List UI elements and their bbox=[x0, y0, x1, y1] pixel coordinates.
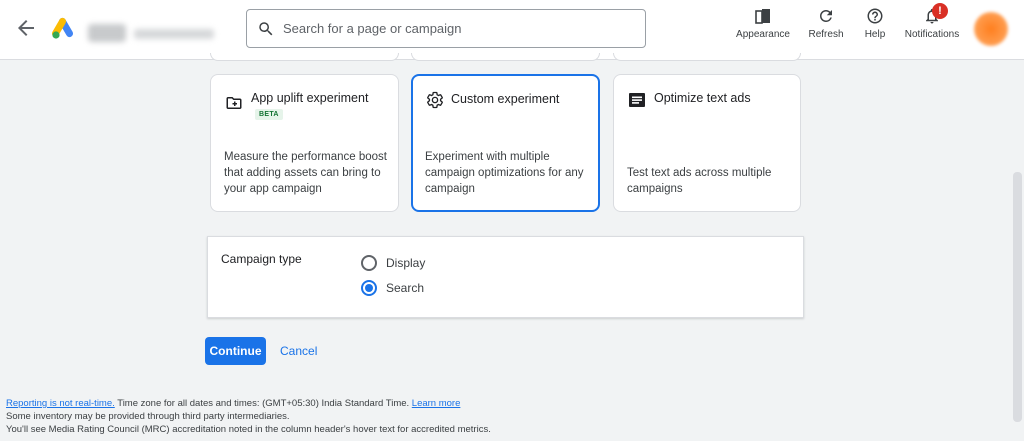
card-title: Custom experiment bbox=[451, 92, 560, 106]
top-bar: Appearance Refresh Help ! Notifications bbox=[0, 0, 1024, 60]
radio-label: Search bbox=[386, 281, 425, 295]
folder-add-icon bbox=[225, 95, 243, 116]
card-optimize-text-ads[interactable]: Optimize text ads Test text ads across m… bbox=[613, 74, 801, 212]
card-above-1 bbox=[210, 53, 399, 61]
learn-more-link[interactable]: Learn more bbox=[412, 398, 461, 409]
search-box[interactable] bbox=[246, 9, 646, 48]
avatar[interactable] bbox=[974, 12, 1008, 46]
radio-search[interactable]: Search bbox=[361, 280, 424, 296]
appearance-button[interactable]: Appearance bbox=[733, 7, 793, 47]
radio-display[interactable]: Display bbox=[361, 255, 425, 271]
footer-line-3: You'll see Media Rating Council (MRC) ac… bbox=[6, 424, 491, 435]
cancel-button[interactable]: Cancel bbox=[276, 337, 321, 365]
card-app-uplift-experiment[interactable]: App uplift experiment BETA Measure the p… bbox=[210, 74, 399, 212]
card-above-3 bbox=[613, 53, 801, 61]
account-selector[interactable] bbox=[88, 24, 218, 42]
card-description: Test text ads across multiple campaigns bbox=[627, 167, 772, 195]
card-title: Optimize text ads bbox=[654, 91, 751, 105]
refresh-label: Refresh bbox=[808, 29, 844, 40]
timezone-text: Time zone for all dates and times: (GMT+… bbox=[114, 398, 412, 409]
appearance-icon bbox=[755, 9, 770, 24]
help-button[interactable]: Help bbox=[860, 7, 890, 47]
footer-line-1: Reporting is not real-time. Time zone fo… bbox=[6, 397, 491, 410]
account-id-blurred bbox=[134, 29, 214, 39]
beta-badge: BETA bbox=[255, 109, 283, 120]
card-above-2 bbox=[411, 53, 600, 61]
notifications-label: Notifications bbox=[904, 29, 960, 40]
card-description: Experiment with multiple campaign optimi… bbox=[425, 151, 584, 195]
radio-label: Display bbox=[386, 256, 426, 270]
account-name-blurred bbox=[88, 24, 126, 42]
reporting-link[interactable]: Reporting is not real-time. bbox=[6, 398, 115, 409]
campaign-type-panel: Campaign type Display Search bbox=[207, 236, 804, 318]
refresh-icon bbox=[820, 9, 832, 22]
text-ad-icon bbox=[628, 92, 646, 113]
help-label: Help bbox=[864, 29, 886, 40]
radio-circle-selected[interactable] bbox=[361, 280, 377, 296]
search-icon bbox=[259, 21, 273, 35]
search-input[interactable] bbox=[283, 21, 623, 36]
footer-line-2: Some inventory may be provided through t… bbox=[6, 411, 290, 422]
footer: Reporting is not real-time. Time zone fo… bbox=[6, 397, 491, 436]
continue-button[interactable]: Continue bbox=[205, 337, 266, 365]
notification-badge: ! bbox=[932, 3, 948, 19]
google-ads-logo-icon[interactable] bbox=[52, 17, 74, 39]
back-arrow-icon[interactable] bbox=[14, 16, 38, 40]
card-title: App uplift experiment bbox=[251, 91, 369, 105]
radio-circle[interactable] bbox=[361, 255, 377, 271]
scrollbar-thumb[interactable] bbox=[1013, 172, 1022, 422]
card-description: Measure the performance boost that addin… bbox=[224, 151, 388, 195]
appearance-label: Appearance bbox=[736, 29, 790, 40]
notifications-button[interactable]: ! Notifications bbox=[900, 3, 964, 47]
help-icon bbox=[867, 8, 883, 24]
card-custom-experiment[interactable]: Custom experiment Experiment with multip… bbox=[411, 74, 600, 212]
gear-icon bbox=[426, 91, 444, 114]
refresh-button[interactable]: Refresh bbox=[806, 7, 846, 47]
campaign-type-label: Campaign type bbox=[221, 252, 302, 266]
